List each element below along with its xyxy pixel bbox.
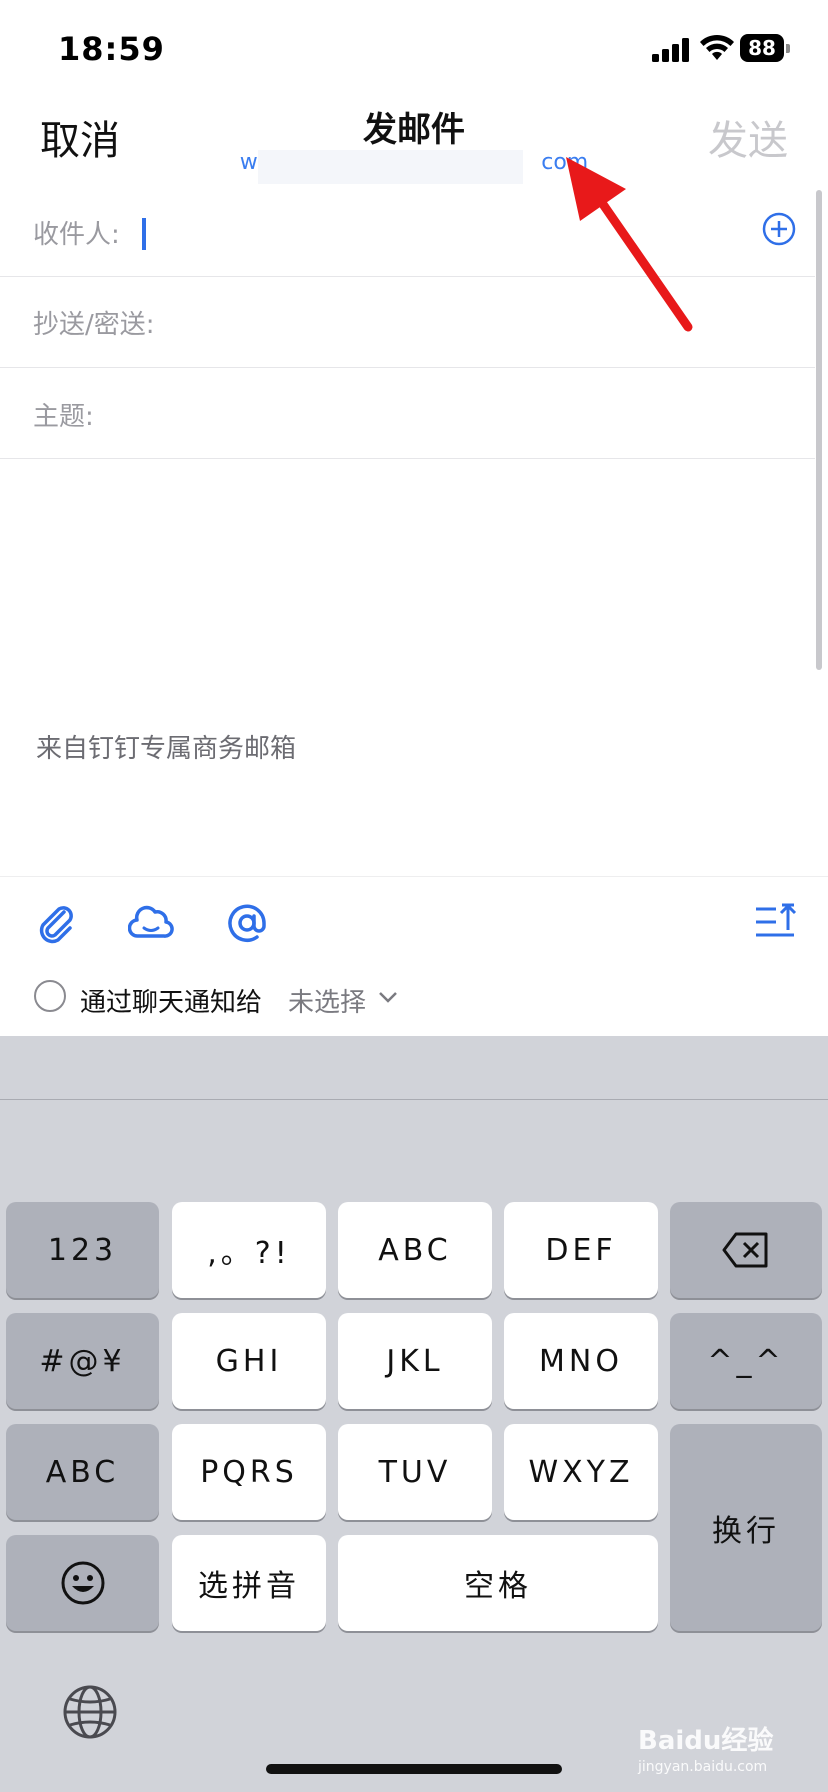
keyboard [0,1036,828,1792]
email-signature[interactable]: 来自钉钉专属商务邮箱 [36,728,296,765]
watermark: Baidu经验 jingyan.baidu.com [638,1720,773,1775]
key-tuv[interactable]: TUV [338,1424,492,1520]
emoji-button[interactable] [6,1535,159,1631]
smiley-icon [61,1561,104,1605]
wifi-icon [700,34,734,60]
key-abc-mode[interactable]: ABC [6,1424,159,1520]
to-label: 收件人: [33,220,120,250]
status-time: 18:59 [58,30,165,68]
key-select-pinyin[interactable]: 选拼音 [172,1535,326,1631]
key-ghi[interactable]: GHI [172,1313,326,1409]
home-indicator[interactable] [266,1764,562,1774]
key-abc[interactable]: ABC [338,1202,492,1298]
send-button[interactable]: 发送 [708,108,788,166]
notify-label: 通过聊天通知给 [80,988,263,1018]
space-bar[interactable]: 空格 [338,1535,658,1631]
add-recipient-icon[interactable] [762,212,796,246]
watermark-brand: Baidu经验 [638,1726,774,1756]
annotation-arrow [566,157,693,332]
notify-select[interactable]: 未选择 [288,982,366,1019]
key-emoticon[interactable]: ^_^ [670,1313,822,1409]
paperclip-icon[interactable] [34,900,80,946]
globe-icon[interactable] [62,1684,118,1740]
cc-bcc-label: 抄送/密送: [33,310,155,340]
text-cursor [142,218,146,250]
subject-field[interactable] [0,368,815,459]
sender-redaction [258,150,523,184]
battery-level: 88 [740,34,784,62]
key-jkl[interactable]: JKL [338,1313,492,1409]
toolbar-divider [0,876,828,877]
notify-checkbox[interactable] [34,980,66,1012]
scrollbar[interactable] [816,190,822,670]
key-pqrs[interactable]: PQRS [172,1424,326,1520]
cellular-signal-icon [652,38,689,62]
subject-label: 主题: [33,402,94,432]
key-symbols[interactable]: #@¥ [6,1313,159,1409]
at-icon[interactable] [224,900,270,946]
cloud-icon[interactable] [128,900,174,946]
page-title: 发邮件 [363,110,465,150]
backspace-button[interactable] [670,1202,822,1298]
watermark-url: jingyan.baidu.com [638,1759,768,1775]
collapse-keyboard-icon[interactable] [752,900,798,946]
keyboard-candidate-divider [0,1099,828,1100]
key-mno[interactable]: MNO [504,1313,658,1409]
battery-icon: 88 [740,34,792,64]
backspace-icon [722,1232,768,1268]
key-punctuation[interactable]: ,。?! [172,1202,326,1298]
return-button[interactable]: 换行 [670,1424,822,1631]
chevron-down-icon[interactable] [378,990,398,1004]
key-def[interactable]: DEF [504,1202,658,1298]
key-123[interactable]: 123 [6,1202,159,1298]
key-wxyz[interactable]: WXYZ [504,1424,658,1520]
